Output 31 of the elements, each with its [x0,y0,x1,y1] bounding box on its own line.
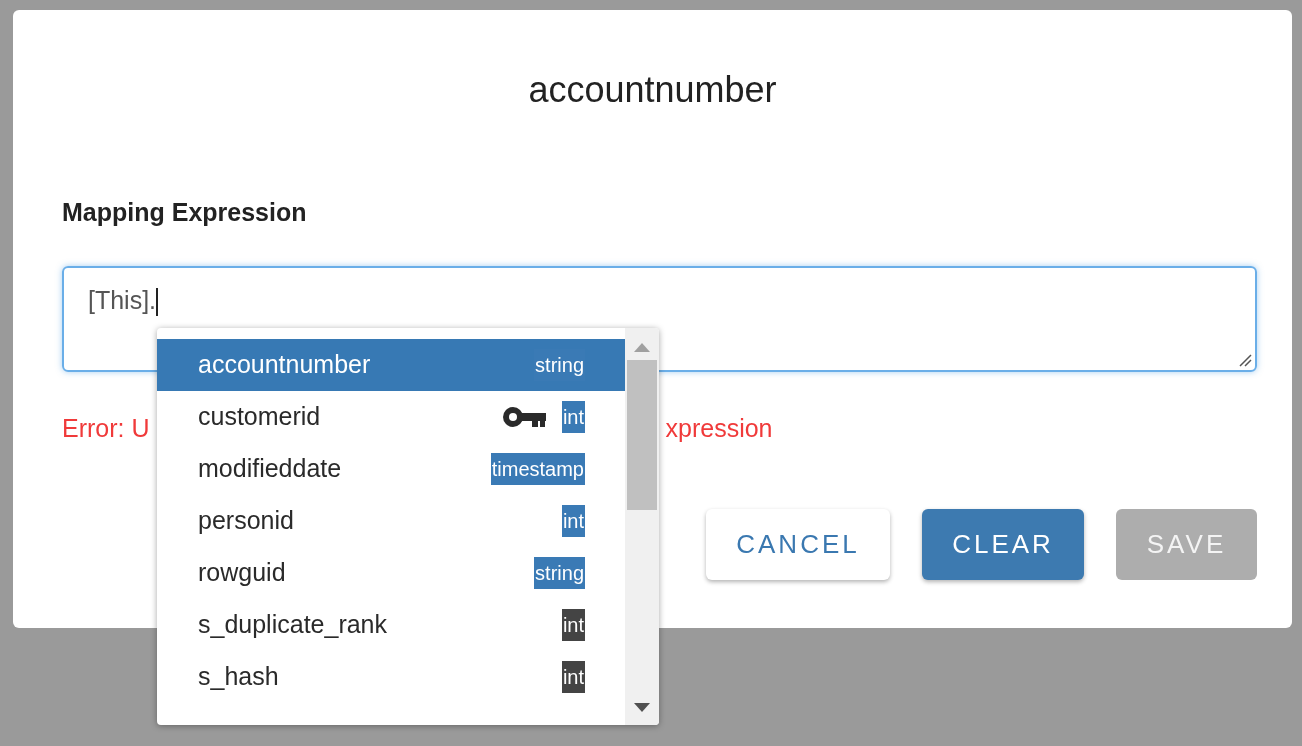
key-icon [501,406,546,428]
cancel-button[interactable]: CANCEL [706,509,890,580]
type-tag: string [534,557,585,589]
suggestion-item[interactable]: customerid int [157,391,625,443]
type-tag: timestamp [490,453,585,485]
expression-text: [This]. [88,285,157,314]
scrollbar-thumb[interactable] [627,360,657,510]
type-tag: int [561,401,585,433]
type-tag: int [561,505,585,537]
suggestion-item[interactable]: accountnumber string [157,339,625,391]
scroll-up-icon[interactable] [634,342,650,352]
suggestion-item[interactable]: rowguid string [157,547,625,599]
error-message: Error: U [62,412,150,444]
resize-handle-icon [1238,352,1252,367]
column-name: customerid [198,401,322,433]
column-name: rowguid [198,557,287,589]
suggestion-item[interactable]: modifieddate timestamp [157,443,625,495]
error-message: xpression [665,412,773,444]
column-name: personid [198,505,295,537]
type-tag: int [561,609,585,641]
scroll-down-icon[interactable] [634,703,650,713]
type-tag: int [561,661,585,693]
suggestion-item[interactable]: s_duplicate_rank int [157,599,625,651]
clear-button[interactable]: CLEAR [922,509,1084,580]
suggestion-item[interactable]: personid int [157,495,625,547]
suggestion-item[interactable]: s_hash int [157,651,625,703]
field-label: Mapping Expression [62,197,308,228]
dialog-title: accountnumber [528,68,777,112]
column-name: modifieddate [198,453,343,485]
column-name: s_duplicate_rank [198,609,388,641]
column-name: s_hash [198,661,280,693]
